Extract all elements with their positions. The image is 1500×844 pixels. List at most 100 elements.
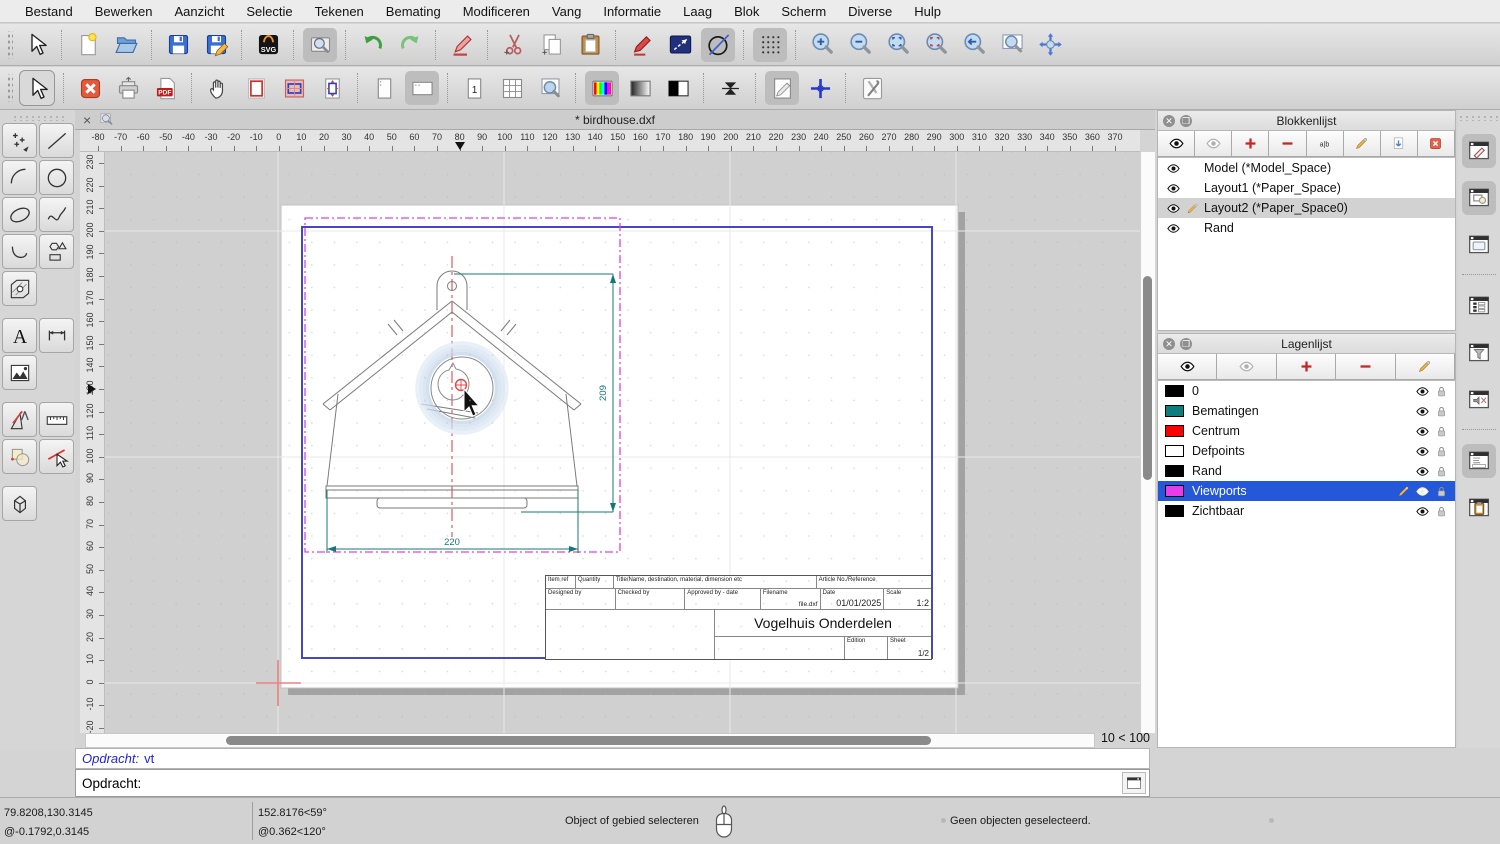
layer-visibility-eye-icon[interactable] (1413, 404, 1432, 419)
landscape-icon[interactable] (405, 71, 439, 105)
redo-icon[interactable] (393, 28, 427, 62)
viewport-border-icon[interactable] (239, 71, 273, 105)
polyline-icon[interactable] (2, 234, 37, 269)
edit-layer-icon[interactable] (1395, 354, 1456, 380)
menu-scherm[interactable]: Scherm (770, 4, 837, 19)
insert-block-icon[interactable] (1380, 131, 1418, 157)
layer-visibility-eye-icon[interactable] (1413, 484, 1432, 499)
block-list-item[interactable]: Layout2 (*Paper_Space0) (1158, 198, 1455, 218)
copy-icon[interactable] (535, 28, 569, 62)
layer-row[interactable]: Bematingen (1158, 401, 1455, 421)
line-icon[interactable] (39, 123, 74, 158)
arc-icon[interactable] (2, 160, 37, 195)
command-input[interactable] (141, 771, 1122, 795)
zoom-page-icon[interactable] (533, 71, 567, 105)
draft-tools-icon[interactable] (2, 402, 37, 437)
layer-lock-icon[interactable] (1432, 504, 1451, 519)
print-preview-icon[interactable] (303, 27, 337, 62)
layer-visibility-eye-icon[interactable] (1413, 504, 1432, 519)
menu-selectie[interactable]: Selectie (235, 4, 303, 19)
delete-entities-icon[interactable] (445, 28, 479, 62)
draft-mode-icon[interactable] (765, 71, 799, 105)
color-mode-icon[interactable] (585, 71, 619, 105)
layer-row[interactable]: Centrum (1158, 421, 1455, 441)
menu-hulp[interactable]: Hulp (903, 4, 952, 19)
hide-all-eye-icon[interactable] (1195, 131, 1233, 157)
layer-lock-icon[interactable] (1432, 424, 1451, 439)
widget-preview-icon[interactable] (1462, 228, 1496, 262)
layer-lock-icon[interactable] (1432, 404, 1451, 419)
fit-page-icon[interactable] (315, 71, 349, 105)
drawing-canvas[interactable]: 209 220 Item ref Quantity Title/Name, de… (105, 152, 1140, 733)
layer-row[interactable]: 0 (1158, 381, 1455, 401)
pdf-export-icon[interactable]: PDF (149, 71, 183, 105)
snap-grid-icon[interactable] (753, 27, 787, 62)
cut-icon[interactable] (497, 28, 531, 62)
layer-visibility-eye-icon[interactable] (1413, 464, 1432, 479)
save-icon[interactable] (161, 28, 195, 62)
new-file-icon[interactable] (71, 28, 105, 62)
zoom-in-icon[interactable] (805, 28, 839, 62)
grayscale-icon[interactable] (623, 71, 657, 105)
ellipse-icon[interactable] (2, 197, 37, 232)
menu-aanzicht[interactable]: Aanzicht (164, 4, 236, 19)
rename-block-icon[interactable]: a|b (1306, 131, 1344, 157)
polygon-icon[interactable] (39, 234, 74, 269)
settings-icon[interactable] (855, 71, 889, 105)
blackwhite-icon[interactable] (661, 71, 695, 105)
edit-block-icon[interactable] (1343, 131, 1381, 157)
remove-block-icon[interactable] (1269, 131, 1307, 157)
detach-command-widget-button[interactable] (1122, 772, 1146, 794)
zoom-out-icon[interactable] (843, 28, 877, 62)
menu-bewerken[interactable]: Bewerken (84, 4, 164, 19)
vertical-scrollbar-thumb[interactable] (1143, 276, 1152, 480)
select-pointer-icon[interactable] (19, 70, 55, 106)
show-all-layers-icon[interactable] (1158, 354, 1218, 380)
spline-icon[interactable] (39, 197, 74, 232)
close-drawing-icon[interactable] (73, 71, 107, 105)
crosshair-icon[interactable] (803, 71, 837, 105)
layer-row[interactable]: Rand (1158, 461, 1455, 481)
hatch-icon[interactable] (2, 271, 37, 306)
layer-lock-icon[interactable] (1432, 444, 1451, 459)
delete-block-icon[interactable] (1417, 131, 1455, 157)
menu-bestand[interactable]: Bestand (14, 4, 84, 19)
save-as-icon[interactable] (199, 28, 233, 62)
multi-page-icon[interactable] (495, 71, 529, 105)
menu-vang[interactable]: Vang (541, 4, 592, 19)
solid-3d-icon[interactable] (2, 486, 37, 521)
paper-space-icon[interactable] (277, 71, 311, 105)
layer-visibility-eye-icon[interactable] (1413, 384, 1432, 399)
pointer-icon[interactable] (19, 28, 53, 62)
zoom-previous-icon[interactable] (957, 28, 991, 62)
layer-row[interactable]: Viewports (1158, 481, 1455, 501)
remove-layer-icon[interactable] (1336, 354, 1396, 380)
zoom-auto-icon[interactable] (881, 28, 915, 62)
block-list-item[interactable]: Layout1 (*Paper_Space) (1158, 178, 1455, 198)
points-icon[interactable] (2, 123, 37, 158)
vertical-scrollbar[interactable] (1140, 152, 1155, 733)
block-list-item[interactable]: Model (*Model_Space) (1158, 158, 1455, 178)
single-page-icon[interactable]: 1 (457, 71, 491, 105)
modify-icon[interactable] (2, 439, 37, 474)
widget-filter-icon[interactable] (1462, 336, 1496, 370)
add-layer-icon[interactable] (1276, 354, 1337, 380)
text-icon[interactable]: A (2, 318, 37, 353)
measure-icon[interactable] (39, 402, 74, 437)
widget-clipboard-icon[interactable] (1462, 491, 1496, 525)
block-visibility-eye-icon[interactable] (1164, 221, 1183, 236)
layer-lock-icon[interactable] (1432, 384, 1451, 399)
zoom-window-icon[interactable] (995, 28, 1029, 62)
widget-command-icon[interactable] (1462, 444, 1496, 478)
distance-icon[interactable] (663, 28, 697, 62)
menu-diverse[interactable]: Diverse (837, 4, 903, 19)
block-visibility-eye-icon[interactable] (1164, 201, 1183, 216)
zoom-pan-icon[interactable] (1033, 28, 1067, 62)
horizontal-scrollbar[interactable] (85, 733, 1095, 748)
widget-layer-list-icon[interactable] (1462, 289, 1496, 323)
layer-visibility-eye-icon[interactable] (1413, 424, 1432, 439)
paste-icon[interactable] (573, 28, 607, 62)
pan-hand-icon[interactable] (201, 71, 235, 105)
hide-all-layers-icon[interactable] (1217, 354, 1277, 380)
open-file-icon[interactable] (109, 28, 143, 62)
